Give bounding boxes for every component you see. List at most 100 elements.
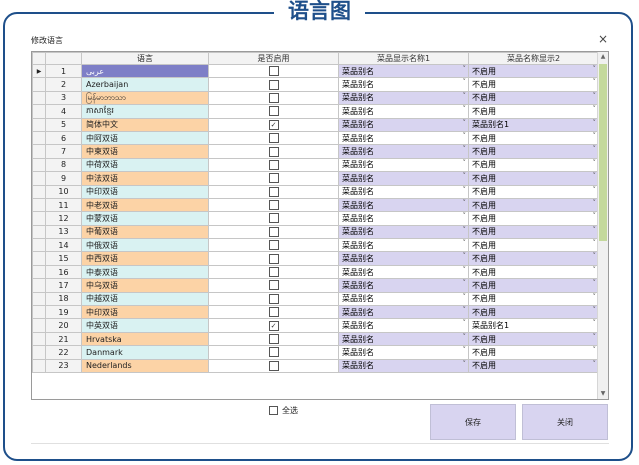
row-selector[interactable]: [32, 318, 46, 333]
row-selector[interactable]: [32, 130, 46, 146]
name1-dropdown[interactable]: 菜品别名 ˅: [338, 104, 469, 119]
chevron-down-icon[interactable]: ˅: [463, 280, 467, 287]
row-selector[interactable]: [32, 171, 46, 186]
chevron-down-icon[interactable]: ˅: [593, 213, 597, 220]
name2-dropdown[interactable]: 不启用 ˅: [468, 224, 599, 240]
table-row[interactable]: 22 Danmark 菜品别名 ˅ 不启用 ˅: [32, 345, 599, 360]
chevron-down-icon[interactable]: ˅: [593, 333, 597, 340]
chevron-down-icon[interactable]: ˅: [463, 266, 467, 273]
close-button[interactable]: 关闭: [522, 404, 608, 440]
name1-dropdown[interactable]: 菜品别名 ˅: [338, 318, 469, 333]
chevron-down-icon[interactable]: ˅: [593, 186, 597, 193]
chevron-down-icon[interactable]: ˅: [463, 307, 467, 314]
select-all[interactable]: 全选: [269, 405, 298, 416]
name1-dropdown[interactable]: 菜品别名 ˅: [338, 77, 469, 92]
chevron-down-icon[interactable]: ˅: [463, 66, 467, 73]
name2-dropdown[interactable]: 不启用 ˅: [468, 291, 599, 307]
chevron-down-icon[interactable]: ˅: [463, 159, 467, 166]
name1-dropdown[interactable]: 菜品别名 ˅: [338, 63, 469, 79]
name1-dropdown[interactable]: 菜品别名 ˅: [338, 345, 469, 360]
vertical-scrollbar[interactable]: ▲ ▼: [597, 52, 608, 399]
chevron-down-icon[interactable]: ˅: [593, 79, 597, 86]
row-selector[interactable]: [32, 184, 46, 199]
language-cell[interactable]: 中英双语: [81, 318, 209, 333]
chevron-down-icon[interactable]: ˅: [463, 226, 467, 233]
chevron-down-icon[interactable]: ˅: [593, 266, 597, 273]
name2-dropdown[interactable]: 不启用 ˅: [468, 157, 599, 173]
enabled-checkbox[interactable]: [268, 92, 279, 103]
name2-dropdown[interactable]: 不启用 ˅: [468, 211, 599, 226]
chevron-down-icon[interactable]: ˅: [593, 159, 597, 166]
table-row[interactable]: 20 中英双语 ✓ 菜品别名 ˅ 菜品别名1 ˅: [32, 318, 599, 333]
table-row[interactable]: 14 中俄双语 菜品别名 ˅ 不启用 ˅: [32, 238, 599, 253]
name2-dropdown[interactable]: 不启用 ˅: [468, 144, 599, 159]
row-selector[interactable]: [32, 197, 46, 213]
row-selector[interactable]: [32, 104, 46, 119]
enabled-checkbox[interactable]: [268, 267, 279, 278]
chevron-down-icon[interactable]: ˅: [463, 333, 467, 340]
name1-dropdown[interactable]: 菜品别名 ˅: [338, 291, 469, 307]
name2-dropdown[interactable]: 不启用 ˅: [468, 358, 599, 373]
language-cell[interactable]: 中蒙双语: [81, 211, 209, 226]
enabled-checkbox[interactable]: [268, 307, 279, 318]
table-row[interactable]: 19 中印双语 菜品别名 ˅ 不启用 ˅: [32, 305, 599, 320]
name2-dropdown[interactable]: 不启用 ˅: [468, 63, 599, 79]
chevron-down-icon[interactable]: ˅: [593, 132, 597, 139]
scroll-down-icon[interactable]: ▼: [598, 389, 608, 399]
row-selector[interactable]: [32, 117, 46, 132]
chevron-down-icon[interactable]: ˅: [593, 320, 597, 327]
chevron-down-icon[interactable]: ˅: [593, 173, 597, 180]
name2-dropdown[interactable]: 不启用 ˅: [468, 251, 599, 266]
chevron-down-icon[interactable]: ˅: [593, 106, 597, 113]
table-row[interactable]: 18 中越双语 菜品别名 ˅ 不启用 ˅: [32, 291, 599, 307]
name2-dropdown[interactable]: 不启用 ˅: [468, 345, 599, 360]
name2-dropdown[interactable]: 菜品别名1 ˅: [468, 318, 599, 333]
chevron-down-icon[interactable]: ˅: [593, 360, 597, 367]
table-row[interactable]: 5 简体中文 ✓ 菜品别名 ˅ 菜品别名1 ˅: [32, 117, 599, 132]
language-cell[interactable]: 中印双语: [81, 305, 209, 320]
table-row[interactable]: 9 中法双语 菜品别名 ˅ 不启用 ˅: [32, 171, 599, 186]
row-selector[interactable]: [32, 278, 46, 293]
chevron-down-icon[interactable]: ˅: [593, 347, 597, 354]
row-selector[interactable]: [32, 157, 46, 173]
row-selector[interactable]: [32, 345, 46, 360]
header-language[interactable]: 语言: [81, 52, 209, 65]
name1-dropdown[interactable]: 菜品别名 ˅: [338, 238, 469, 253]
name2-dropdown[interactable]: 不启用 ˅: [468, 278, 599, 293]
chevron-down-icon[interactable]: ˅: [463, 92, 467, 99]
enabled-checkbox[interactable]: [268, 334, 279, 344]
close-icon[interactable]: ×: [598, 32, 608, 46]
name1-dropdown[interactable]: 菜品别名 ˅: [338, 184, 469, 199]
header-enabled[interactable]: 是否启用: [208, 52, 339, 65]
name1-dropdown[interactable]: 菜品别名 ˅: [338, 305, 469, 320]
enabled-checkbox[interactable]: [268, 66, 279, 77]
name2-dropdown[interactable]: 不启用 ˅: [468, 171, 599, 186]
enabled-checkbox[interactable]: [268, 280, 279, 291]
language-cell[interactable]: 中俄双语: [81, 238, 209, 253]
table-row[interactable]: 15 中西双语 菜品别名 ˅ 不启用 ˅: [32, 251, 599, 266]
chevron-down-icon[interactable]: ˅: [463, 213, 467, 220]
enabled-checkbox[interactable]: [268, 347, 279, 358]
enabled-checkbox-checked[interactable]: ✓: [268, 320, 279, 331]
chevron-down-icon[interactable]: ˅: [593, 199, 597, 206]
chevron-down-icon[interactable]: ˅: [463, 132, 467, 139]
enabled-checkbox[interactable]: [268, 106, 279, 117]
name1-dropdown[interactable]: 菜品别名 ˅: [338, 157, 469, 173]
chevron-down-icon[interactable]: ˅: [463, 240, 467, 247]
language-cell[interactable]: 中泰双语: [81, 264, 209, 280]
language-cell[interactable]: 中老双语: [81, 197, 209, 213]
table-row[interactable]: 3 မြန်မာဘာသာ 菜品别名 ˅ 不启用 ˅: [32, 90, 599, 106]
language-cell[interactable]: 简体中文: [81, 117, 209, 132]
table-row[interactable]: 8 中荷双语 菜品别名 ˅ 不启用 ˅: [32, 157, 599, 173]
name2-dropdown[interactable]: 不启用 ˅: [468, 238, 599, 253]
language-cell[interactable]: عربى: [81, 63, 209, 79]
language-cell[interactable]: 中荷双语: [81, 157, 209, 173]
name1-dropdown[interactable]: 菜品别名 ˅: [338, 358, 469, 373]
header-name2[interactable]: 菜品名称显示2: [468, 52, 599, 65]
row-selector[interactable]: [32, 144, 46, 159]
row-selector[interactable]: [32, 358, 46, 373]
language-cell[interactable]: မြန်မာဘာသာ: [81, 90, 209, 106]
row-selector[interactable]: [32, 224, 46, 240]
enabled-checkbox[interactable]: [268, 79, 279, 90]
language-cell[interactable]: ភាសាខ្មែរ: [81, 104, 209, 119]
